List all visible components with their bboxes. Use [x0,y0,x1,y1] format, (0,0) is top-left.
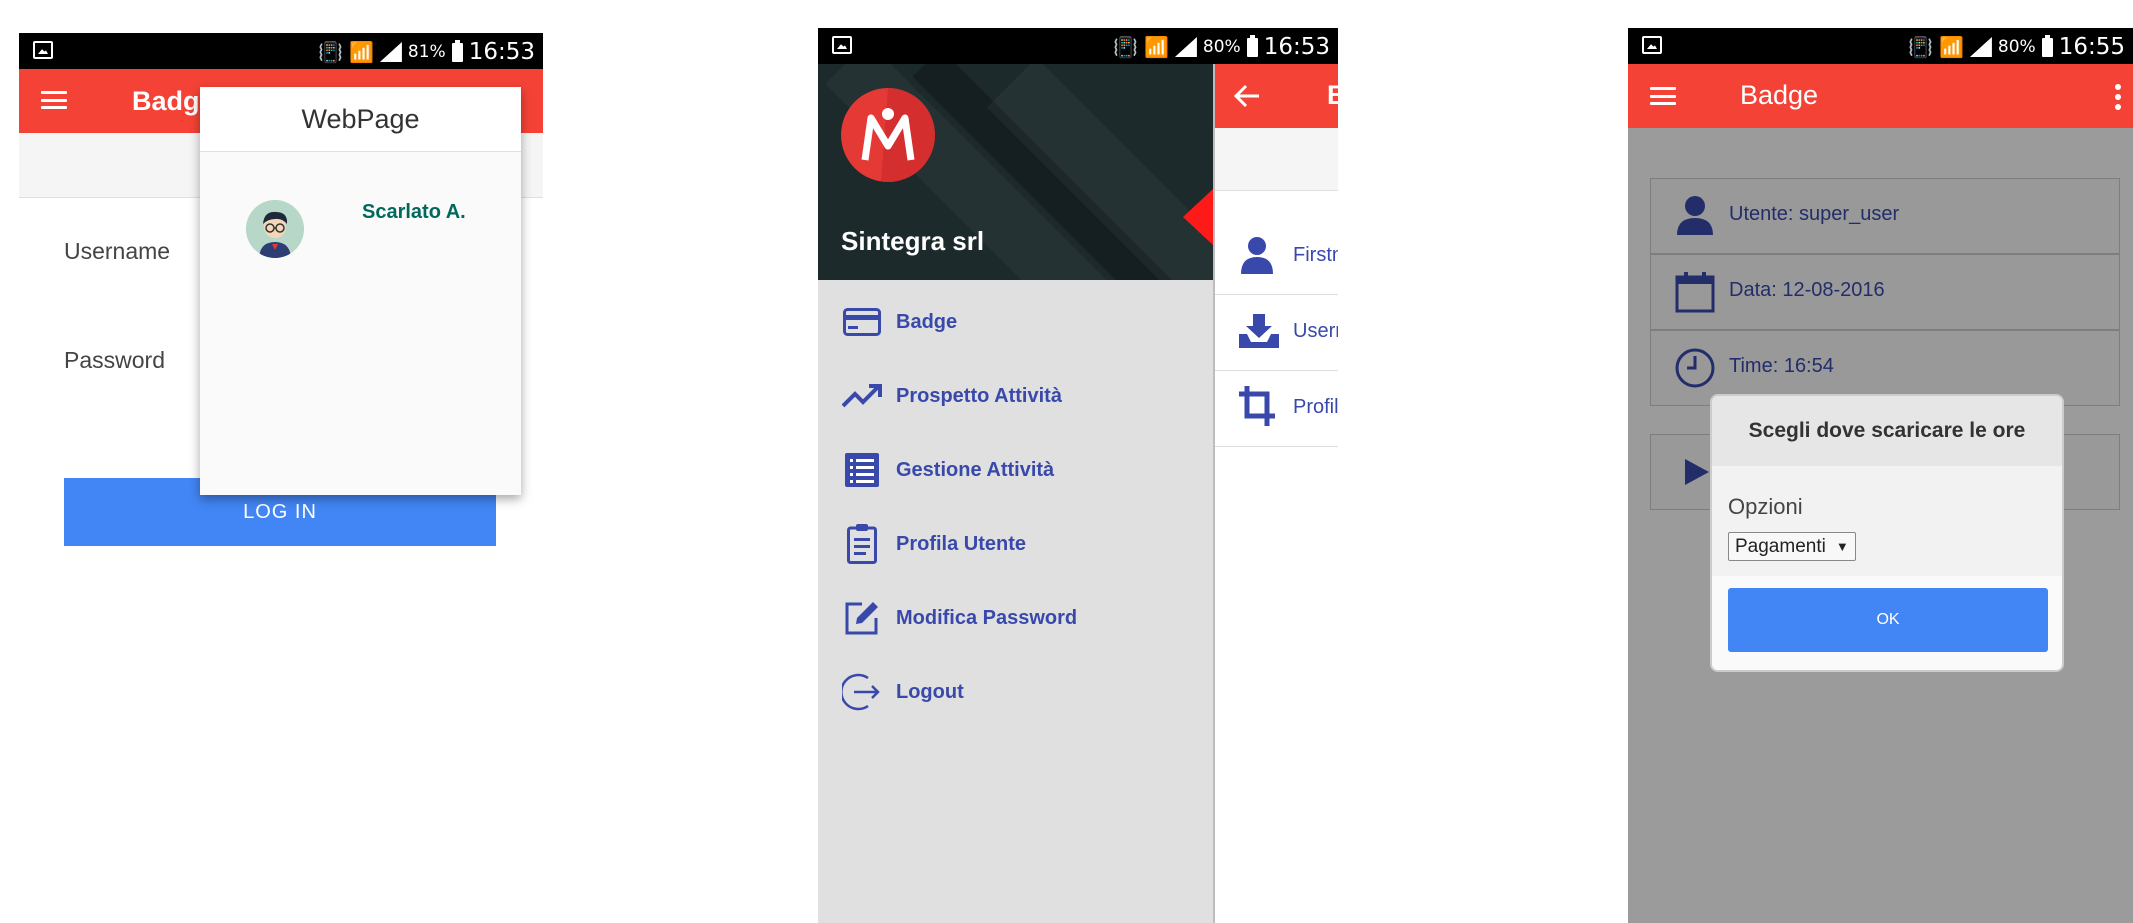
gallery-notification-icon [1642,36,1662,54]
ok-button[interactable]: OK [1728,588,2048,652]
drawer-item-label: Prospetto Attività [896,384,1062,407]
menu-icon[interactable] [1650,87,1676,105]
clipboard-icon [847,524,877,564]
app-title: Badge [1740,80,1819,110]
avatar[interactable] [246,200,304,258]
drawer-item-label: Modifica Password [896,606,1078,629]
more-options-icon[interactable] [2115,84,2121,114]
list-icon [845,453,879,487]
red-accent-shape [1183,189,1213,245]
dropdown-arrow-icon: ▼ [1835,539,1849,554]
clock: 16:55 [2058,34,2125,60]
menu-icon[interactable] [41,91,67,109]
list-item: Firstn [1215,218,1338,295]
badge-content: Utente: super_user Data: 12-08-2016 Time… [1628,128,2133,923]
status-bar: 📳 📶 81% 16:53 [19,33,543,69]
credit-card-icon [843,308,881,336]
sub-toolbar [1215,128,1338,191]
download-tray-icon [1239,314,1279,348]
battery-icon [2041,34,2053,57]
company-name: Sintegra srl [841,226,985,256]
status-bar: 📳 📶 80% 16:53 [818,28,1338,64]
trending-up-icon [842,384,882,408]
username-text: Usern [1293,320,1338,342]
list-item: Profil [1215,370,1338,447]
dialog-title: Scegli dove scaricare le ore [1712,396,2062,466]
battery-percent: 81% [407,42,446,62]
download-dialog: Scegli dove scaricare le ore Opzioni Pag… [1710,394,2064,672]
drawer-item-modifica-password[interactable]: Modifica Password [842,598,1077,638]
drawer-item-label: Gestione Attività [896,458,1055,481]
crop-icon [1239,386,1275,426]
drawer-screen: 📳 📶 80% 16:53 B Firstn Usern [818,28,1338,923]
user-avatar-icon [246,200,304,258]
wifi-icon: 📶 [1939,35,1964,59]
company-logo [841,88,935,182]
username-label: Username [64,238,171,264]
drawer-item-logout[interactable]: Logout [842,672,964,712]
login-screen: 📳 📶 81% 16:53 Badge Username Password LO… [19,33,543,923]
logo-m-icon [861,88,935,182]
drawer-item-label: Profila Utente [896,532,1027,555]
drawer-item-badge[interactable]: Badge [842,302,957,342]
person-icon [1241,237,1273,274]
clock: 16:53 [468,39,535,65]
back-arrow-icon[interactable] [1233,82,1261,110]
status-bar: 📳 📶 80% 16:55 [1628,28,2133,64]
app-bar: B [1215,64,1338,128]
selected-option: Pagamenti [1735,535,1826,557]
app-bar: Badge [1628,64,2133,128]
user-name[interactable]: Scarlato A. [362,201,466,224]
vibrate-icon: 📳 [318,40,343,64]
list-item: Usern [1215,294,1338,371]
battery-icon [1246,34,1258,57]
drawer-item-profila-utente[interactable]: Profila Utente [842,524,1026,564]
app-title-partial: B [1327,80,1338,110]
logout-icon [842,673,880,711]
navigation-drawer: Sintegra srl Badge Prospetto Attività Ge… [818,64,1215,923]
drawer-item-gestione-attivita[interactable]: Gestione Attività [842,450,1054,490]
battery-percent: 80% [1997,37,2036,57]
profile-text: Profil [1293,396,1338,418]
gallery-notification-icon [33,41,53,59]
background-page: B Firstn Usern Profil [1215,64,1338,923]
battery-percent: 80% [1202,37,1241,57]
wifi-icon: 📶 [349,40,374,64]
drawer-item-label: Badge [896,310,958,333]
clock: 16:53 [1263,34,1330,60]
badge-screen: 📳 📶 80% 16:55 Badge Utente: super_user D… [1628,28,2133,923]
gallery-notification-icon [832,36,852,54]
signal-icon [1969,37,1992,57]
drawer-item-prospetto-attivita[interactable]: Prospetto Attività [842,376,1062,416]
battery-icon [451,39,463,62]
signal-icon [1174,37,1197,57]
drawer-item-label: Logout [896,680,964,703]
edit-icon [845,602,878,635]
vibrate-icon: 📳 [1908,35,1933,59]
drawer-header: Sintegra srl [818,64,1213,280]
options-select[interactable]: Pagamenti ▼ [1728,532,1856,561]
wifi-icon: 📶 [1144,35,1169,59]
signal-icon [379,42,402,62]
webpage-popup: WebPage Scarlato A. [200,87,521,495]
firstname-text: Firstn [1293,244,1338,266]
options-label: Opzioni [1728,494,1803,519]
password-label: Password [64,347,165,373]
vibrate-icon: 📳 [1113,35,1138,59]
popup-title: WebPage [200,87,521,152]
